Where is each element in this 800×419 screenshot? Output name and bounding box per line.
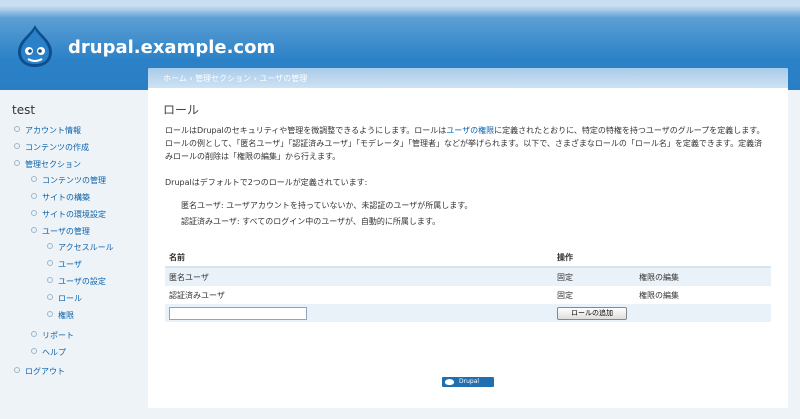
powered-by-label: Drupal <box>459 378 480 385</box>
sidebar-item-user-settings[interactable]: ユーザの設定 <box>47 276 106 287</box>
role-status: 固定 <box>553 267 635 286</box>
sidebar-item-label: 権限 <box>58 311 74 320</box>
sidebar-item-site-building[interactable]: サイトの構築 <box>31 192 90 203</box>
user-permissions-link[interactable]: ユーザの権限 <box>446 126 494 135</box>
role-status: 固定 <box>553 286 635 304</box>
sidebar-item-label: ユーザ <box>58 260 82 269</box>
bullet-icon <box>31 331 37 337</box>
role-name: 匿名ユーザ <box>165 267 553 286</box>
powered-by-drupal-badge[interactable]: Drupal <box>442 377 494 387</box>
bullet-icon <box>47 277 53 283</box>
sidebar-item-label: 管理セクション <box>25 160 81 169</box>
new-role-cell <box>165 304 553 322</box>
sidebar-item-label: リポート <box>42 331 74 340</box>
add-role-button[interactable]: ロールの追加 <box>557 306 627 320</box>
bullet-icon <box>47 260 53 266</box>
breadcrumb-separator: › <box>253 74 257 83</box>
bullet-icon <box>31 176 37 182</box>
bullet-icon <box>47 243 53 249</box>
sidebar-item-content-management[interactable]: コンテンツの管理 <box>31 175 106 186</box>
bullet-icon <box>14 160 20 166</box>
sidebar-item-reports[interactable]: リポート <box>31 330 74 341</box>
role-name: 認証済みユーザ <box>165 286 553 304</box>
sidebar-item-label: アカウント情報 <box>25 126 81 135</box>
add-role-cell: ロールの追加 <box>553 304 771 322</box>
sidebar-item-label: ロール <box>58 294 82 303</box>
sidebar-item-create-content[interactable]: コンテンツの作成 <box>14 142 89 153</box>
intro-paragraph: ロールはDrupalのセキュリティや管理を微調整できるようにします。ロールはユー… <box>165 124 769 163</box>
column-header-operations: 操作 <box>553 248 771 268</box>
drupal-drop-icon <box>445 379 454 385</box>
table-header: 名前 操作 <box>165 248 771 268</box>
breadcrumb: ホーム › 管理セクション › ユーザの管理 <box>163 73 307 84</box>
sidebar-item-account[interactable]: アカウント情報 <box>14 125 81 136</box>
breadcrumb-user-management[interactable]: ユーザの管理 <box>259 74 307 83</box>
main-content: ホーム › 管理セクション › ユーザの管理 ロール ロールはDrupalのセキ… <box>148 68 788 408</box>
bullet-icon <box>31 210 37 216</box>
table-row: 匿名ユーザ 固定 権限の編集 <box>165 267 771 286</box>
anonymous-role-description: 匿名ユーザ: ユーザアカウントを持っていないか、未認証のユーザが所属します。 <box>181 201 473 210</box>
bullet-icon <box>14 143 20 149</box>
sidebar-item-label: サイトの環境設定 <box>42 210 106 219</box>
drupal-drop-logo-icon[interactable] <box>14 24 56 68</box>
breadcrumb-admin[interactable]: 管理セクション <box>195 74 251 83</box>
bullet-icon <box>31 193 37 199</box>
sidebar-item-label: ユーザの設定 <box>58 277 106 286</box>
sidebar-item-label: サイトの構築 <box>42 193 90 202</box>
defaults-intro: Drupalはデフォルトで2つのロールが定義されています: <box>165 178 368 187</box>
breadcrumb-bar: ホーム › 管理セクション › ユーザの管理 <box>148 68 788 88</box>
sidebar-item-label: ヘルプ <box>42 348 66 357</box>
breadcrumb-separator: › <box>189 74 193 83</box>
breadcrumb-home[interactable]: ホーム <box>163 74 187 83</box>
edit-permissions-link[interactable]: 権限の編集 <box>635 286 771 304</box>
sidebar: test アカウント情報 コンテンツの作成 管理セクション コンテンツの管理 サ… <box>0 90 148 419</box>
sidebar-item-label: コンテンツの作成 <box>25 143 89 152</box>
roles-table: 名前 操作 匿名ユーザ 固定 権限の編集 認証済みユーザ 固定 権限の編集 ロー… <box>165 248 771 322</box>
sidebar-item-label: アクセスルール <box>58 243 114 252</box>
bullet-icon <box>47 294 53 300</box>
bullet-icon <box>31 348 37 354</box>
sidebar-item-access-rules[interactable]: アクセスルール <box>47 242 114 253</box>
bullet-icon <box>47 311 53 317</box>
sidebar-item-label: ログアウト <box>25 367 65 376</box>
intro-text: ロールはDrupalのセキュリティや管理を微調整できるようにします。ロールは <box>165 126 447 135</box>
sidebar-item-site-config[interactable]: サイトの環境設定 <box>31 209 106 220</box>
sidebar-item-label: コンテンツの管理 <box>42 176 106 185</box>
bullet-icon <box>14 126 20 132</box>
sidebar-item-users[interactable]: ユーザ <box>47 259 82 270</box>
sidebar-item-admin[interactable]: 管理セクション <box>14 159 81 170</box>
page-title: ロール <box>163 103 200 117</box>
bullet-icon <box>14 367 20 373</box>
edit-permissions-link[interactable]: 権限の編集 <box>635 267 771 286</box>
sidebar-item-roles[interactable]: ロール <box>47 293 82 304</box>
column-header-name: 名前 <box>165 248 553 268</box>
new-role-name-input[interactable] <box>169 306 307 320</box>
bullet-icon <box>31 227 37 233</box>
site-name-link[interactable]: drupal.example.com <box>68 37 275 58</box>
sidebar-item-label: ユーザの管理 <box>42 227 90 236</box>
sidebar-item-permissions[interactable]: 権限 <box>47 310 74 321</box>
header-stripe <box>0 10 800 11</box>
new-role-row: ロールの追加 <box>165 304 771 322</box>
sidebar-user-name: test <box>12 103 36 117</box>
authenticated-role-description: 認証済みユーザ: すべてのログイン中のユーザが、自動的に所属します。 <box>181 217 441 226</box>
sidebar-item-logout[interactable]: ログアウト <box>14 366 65 377</box>
sidebar-item-user-management[interactable]: ユーザの管理 <box>31 226 90 237</box>
table-row: 認証済みユーザ 固定 権限の編集 <box>165 286 771 304</box>
sidebar-item-help[interactable]: ヘルプ <box>31 347 66 358</box>
